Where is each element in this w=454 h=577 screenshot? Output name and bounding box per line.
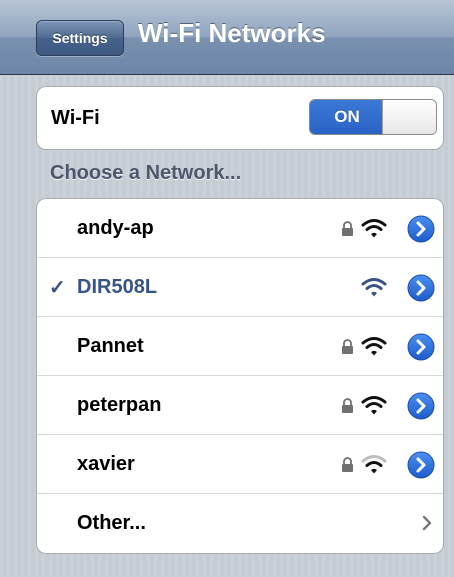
page-title: Wi-Fi Networks bbox=[138, 18, 326, 48]
wifi-signal-icon bbox=[361, 337, 387, 356]
detail-disclosure-icon[interactable] bbox=[407, 333, 435, 361]
network-name: xavier bbox=[77, 452, 135, 475]
wifi-toggle-group: Wi-Fi ON bbox=[36, 86, 444, 150]
wifi-toggle-switch[interactable]: ON bbox=[309, 99, 437, 135]
network-name: DIR508L bbox=[77, 275, 158, 298]
network-name: peterpan bbox=[77, 393, 162, 416]
toggle-on-label: ON bbox=[310, 100, 384, 134]
network-row-andy-ap[interactable]: andy-ap bbox=[37, 199, 443, 258]
wifi-signal-weak-icon bbox=[361, 455, 387, 474]
detail-disclosure-icon[interactable] bbox=[407, 215, 435, 243]
other-label: Other... bbox=[77, 512, 146, 534]
back-button-label: Settings bbox=[52, 30, 108, 46]
network-row-dir508l[interactable]: ✓ DIR508L bbox=[37, 258, 443, 317]
wifi-signal-icon bbox=[361, 219, 387, 238]
lock-icon bbox=[342, 457, 353, 472]
navigation-bar: Settings Wi-Fi Networks bbox=[0, 0, 454, 75]
lock-icon bbox=[342, 398, 353, 413]
wifi-signal-icon bbox=[361, 396, 387, 415]
wifi-label: Wi-Fi bbox=[51, 106, 100, 129]
detail-disclosure-icon[interactable] bbox=[407, 451, 435, 479]
network-list: andy-ap ✓ DIR508L Pannet peterpan xavier… bbox=[36, 198, 444, 554]
detail-disclosure-icon[interactable] bbox=[407, 274, 435, 302]
settings-back-button[interactable]: Settings bbox=[36, 20, 124, 56]
wifi-row: Wi-Fi ON bbox=[37, 87, 443, 149]
network-row-other[interactable]: Other... bbox=[37, 494, 443, 553]
network-name: andy-ap bbox=[77, 216, 154, 239]
lock-icon bbox=[342, 339, 353, 354]
network-row-xavier[interactable]: xavier bbox=[37, 435, 443, 494]
network-name: Pannet bbox=[77, 334, 144, 357]
detail-disclosure-icon[interactable] bbox=[407, 392, 435, 420]
network-row-peterpan[interactable]: peterpan bbox=[37, 376, 443, 435]
wifi-signal-icon bbox=[361, 278, 387, 297]
chevron-right-icon bbox=[422, 515, 432, 531]
checkmark-icon: ✓ bbox=[49, 276, 66, 299]
lock-icon bbox=[342, 221, 353, 236]
section-header: Choose a Network... bbox=[50, 162, 242, 184]
toggle-knob[interactable] bbox=[382, 100, 436, 134]
network-row-pannet[interactable]: Pannet bbox=[37, 317, 443, 376]
